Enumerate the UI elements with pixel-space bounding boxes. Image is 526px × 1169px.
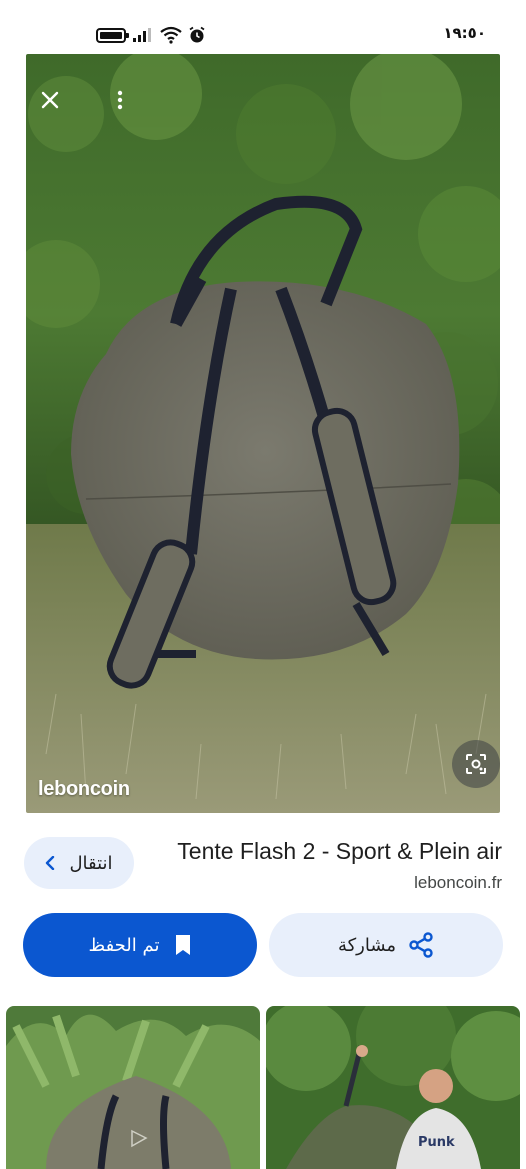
result-image[interactable] bbox=[26, 54, 500, 813]
alarm-icon bbox=[189, 26, 205, 43]
status-time: ١٩:٥٠ bbox=[443, 24, 486, 42]
signal-icon bbox=[133, 28, 151, 42]
tent-bag-photo bbox=[26, 54, 500, 813]
lens-icon[interactable] bbox=[452, 740, 500, 788]
share-button[interactable]: مشاركة bbox=[269, 913, 503, 977]
battery-icon bbox=[96, 27, 129, 43]
visit-button[interactable]: انتقال bbox=[24, 837, 134, 889]
more-vert-icon[interactable] bbox=[108, 86, 132, 114]
share-button-label: مشاركة bbox=[337, 934, 397, 956]
chevron-left-icon bbox=[46, 856, 55, 870]
image-watermark: leboncoin bbox=[38, 778, 130, 800]
share-icon bbox=[409, 932, 433, 958]
result-source[interactable]: leboncoin.fr bbox=[414, 873, 502, 893]
jersey-text: Punk bbox=[418, 1135, 455, 1150]
related-thumbnail[interactable] bbox=[6, 1006, 260, 1169]
related-photo-tent-bag bbox=[6, 1006, 260, 1169]
close-icon[interactable] bbox=[36, 86, 64, 114]
wifi-icon bbox=[160, 26, 182, 44]
saved-button-label: تم الحفظ bbox=[88, 934, 160, 956]
status-icons bbox=[96, 24, 206, 46]
visit-button-label: انتقال bbox=[69, 852, 113, 874]
related-thumbnail[interactable]: Punk bbox=[266, 1006, 520, 1169]
saved-button[interactable]: تم الحفظ bbox=[23, 913, 257, 977]
result-title[interactable]: Tente Flash 2 - Sport & Plein air bbox=[177, 838, 502, 865]
status-bar: ١٩:٥٠ bbox=[0, 0, 526, 54]
bookmark-icon bbox=[175, 935, 190, 955]
related-photo-man-with-bag: Punk bbox=[266, 1006, 520, 1169]
